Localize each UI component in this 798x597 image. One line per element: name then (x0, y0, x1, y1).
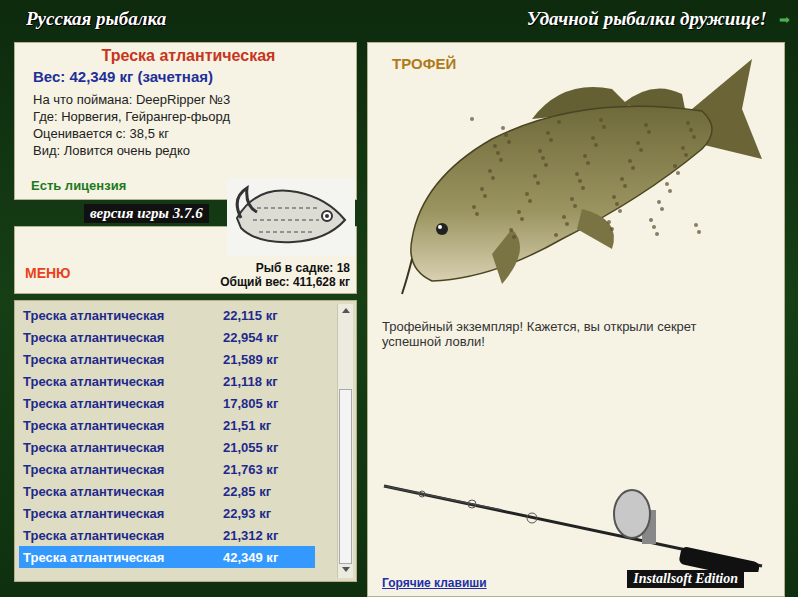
row-name: Треска атлантическая (23, 374, 223, 389)
row-weight: 21,312 кг (223, 528, 278, 543)
catch-detail: Вид: Ловится очень редко (29, 142, 348, 159)
total-weight: Общий вес: 411,628 кг (220, 275, 350, 289)
cod-fish-icon (382, 49, 774, 307)
row-name: Треска атлантическая (23, 308, 223, 323)
list-row[interactable]: Треска атлантическая21,51 кг (19, 414, 337, 436)
row-name: Треска атлантическая (23, 352, 223, 367)
list-row[interactable]: Треска атлантическая17,805 кг (19, 392, 337, 414)
row-weight: 21,589 кг (223, 352, 278, 367)
row-name: Треска атлантическая (23, 396, 223, 411)
trophy-panel: ТРОФЕЙ Трофейный экземпляр! Кажется, вы о… (367, 42, 785, 597)
list-row[interactable]: Треска атлантическая42,349 кг (19, 546, 315, 568)
edition-badge: Installsoft Edition (627, 570, 744, 588)
list-row[interactable]: Треска атлантическая22,115 кг (19, 304, 337, 326)
row-weight: 21,055 кг (223, 440, 278, 455)
scroll-up-icon[interactable] (338, 304, 353, 318)
bottom-area: Горячие клавишиInstallsoft Edition (382, 480, 774, 590)
keepnet-counts: Рыб в садке: 18Общий вес: 411,628 кг (220, 261, 350, 289)
menu-button[interactable]: МЕНЮ (25, 265, 71, 289)
left-column: Треска атлантическаяВес: 42,349 кг (заче… (14, 42, 357, 597)
row-name: Треска атлантическая (23, 418, 223, 433)
main-area: Треска атлантическаяВес: 42,349 кг (заче… (0, 38, 798, 597)
catch-detail: Где: Норвегия, Гейрангер-фьорд (29, 108, 348, 125)
trophy-picture: ТРОФЕЙ (382, 49, 774, 307)
row-name: Треска атлантическая (23, 484, 223, 499)
row-weight: 17,805 кг (223, 396, 278, 411)
header-bar: Русская рыбалка Удачной рыбалки дружище! ➡ (0, 0, 798, 38)
row-name: Треска атлантическая (23, 462, 223, 477)
list-row[interactable]: Треска атлантическая21,055 кг (19, 436, 337, 458)
fishing-rod-icon (382, 480, 772, 572)
row-weight: 22,93 кг (223, 506, 271, 521)
row-weight: 22,954 кг (223, 330, 278, 345)
row-name: Треска атлантическая (23, 506, 223, 521)
list-row[interactable]: Треска атлантическая22,85 кг (19, 480, 337, 502)
scroll-thumb[interactable] (339, 389, 352, 564)
fish-weight: Вес: 42,349 кг (зачетная) (29, 68, 348, 91)
list-row[interactable]: Треска атлантическая21,118 кг (19, 370, 337, 392)
slogan: Удачной рыбалки дружище! (527, 8, 767, 30)
trophy-label: ТРОФЕЙ (392, 55, 456, 72)
row-weight: 42,349 кг (223, 550, 278, 565)
catch-list: Треска атлантическая22,115 кгТреска атла… (14, 300, 357, 582)
row-name: Треска атлантическая (23, 330, 223, 345)
row-weight: 22,85 кг (223, 484, 271, 499)
list-row[interactable]: Треска атлантическая22,954 кг (19, 326, 337, 348)
game-title: Русская рыбалка (26, 8, 166, 30)
scroll-down-arrow-icon (342, 567, 350, 573)
row-weight: 22,115 кг (223, 308, 278, 323)
fish-name: Треска атлантическая (29, 47, 348, 68)
catch-detail: На что поймана: DeepRipper №3 (29, 91, 348, 108)
fish-logo-icon (227, 178, 355, 256)
list-rows: Треска атлантическая22,115 кгТреска атла… (19, 304, 337, 578)
list-row[interactable]: Треска атлантическая21,589 кг (19, 348, 337, 370)
row-name: Треска атлантическая (23, 550, 223, 565)
row-name: Треска атлантическая (23, 440, 223, 455)
list-row[interactable]: Треска атлантическая21,763 кг (19, 458, 337, 480)
scrollbar[interactable] (337, 304, 353, 578)
list-row[interactable]: Треска атлантическая21,312 кг (19, 524, 337, 546)
game-version: версия игры 3.7.6 (84, 204, 209, 223)
row-weight: 21,763 кг (223, 462, 278, 477)
catch-detail: Оценивается с: 38,5 кг (29, 125, 348, 142)
exit-icon[interactable]: ➡ (779, 12, 790, 27)
list-row[interactable]: Треска атлантическая22,93 кг (19, 502, 337, 524)
trophy-caption: Трофейный экземпляр! Кажется, вы открыли… (382, 319, 752, 349)
header-right: Удачной рыбалки дружище! ➡ (527, 8, 790, 30)
scroll-down-icon[interactable] (338, 564, 353, 578)
fish-count: Рыб в садке: 18 (220, 261, 350, 275)
scroll-up-arrow-icon (342, 307, 350, 313)
catch-info-panel: Треска атлантическаяВес: 42,349 кг (заче… (14, 42, 357, 200)
row-name: Треска атлантическая (23, 528, 223, 543)
row-weight: 21,51 кг (223, 418, 271, 433)
row-weight: 21,118 кг (223, 374, 278, 389)
